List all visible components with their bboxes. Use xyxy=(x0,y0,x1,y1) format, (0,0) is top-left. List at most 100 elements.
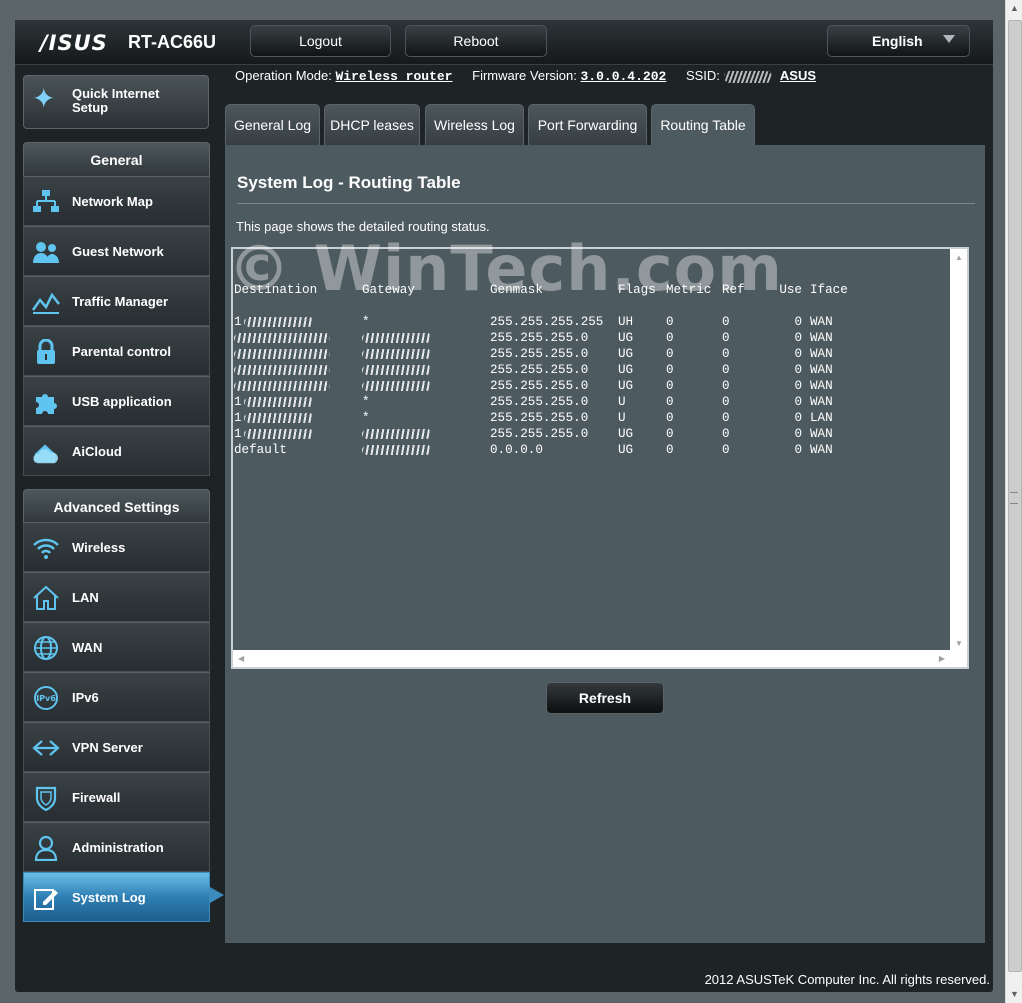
scroll-up-icon[interactable]: ▲ xyxy=(955,253,963,262)
textarea-vertical-scrollbar[interactable]: ▲ ▼ xyxy=(950,249,967,652)
cell-destination: 1 xyxy=(234,411,242,425)
redaction-scribble xyxy=(234,333,330,343)
ssid-redacted xyxy=(723,70,772,83)
scroll-left-icon[interactable]: ◀ xyxy=(238,654,244,663)
sidebar-item-aicloud[interactable]: AiCloud xyxy=(23,426,210,476)
copyright-footer: 2012 ASUSTeK Computer Inc. All rights re… xyxy=(704,972,990,987)
status-bar: Operation Mode: Wireless router Firmware… xyxy=(235,68,816,84)
scroll-down-icon[interactable]: ▼ xyxy=(955,639,963,648)
cell-genmask: 255.255.255.0 xyxy=(490,331,589,345)
tab-general-log[interactable]: General Log xyxy=(225,104,320,145)
header-iface: Iface xyxy=(810,283,848,297)
shield-icon xyxy=(32,784,60,812)
cell-metric: 0 xyxy=(666,443,674,457)
sidebar-item-wan[interactable]: WAN xyxy=(23,622,210,672)
cell-iface: WAN xyxy=(810,331,833,345)
sidebar-item-network-map[interactable]: Network Map xyxy=(23,176,210,226)
page-scrollbar[interactable]: ▲ ▼ xyxy=(1005,0,1022,1003)
cell-destination: default xyxy=(234,443,287,457)
sidebar-item-parental-control[interactable]: Parental control xyxy=(23,326,210,376)
tab-port-forwarding[interactable]: Port Forwarding xyxy=(528,104,647,145)
title-divider xyxy=(237,203,975,204)
table-row: 255.255.255.0 UG 0 0 0 WAN xyxy=(234,330,833,346)
redaction-scribble xyxy=(234,381,330,391)
sidebar-item-wireless[interactable]: Wireless xyxy=(23,522,210,572)
sidebar-label: VPN Server xyxy=(72,740,143,755)
sidebar-item-lan[interactable]: LAN xyxy=(23,572,210,622)
wifi-icon xyxy=(32,534,60,562)
tab-wireless-log[interactable]: Wireless Log xyxy=(425,104,524,145)
cell-genmask: 255.255.255.0 xyxy=(490,379,589,393)
sidebar-label: Traffic Manager xyxy=(72,294,169,309)
cell-flags: UG xyxy=(618,331,634,345)
cell-flags: U xyxy=(618,395,626,409)
refresh-button[interactable]: Refresh xyxy=(546,682,664,714)
firmware-label: Firmware Version: xyxy=(472,68,577,83)
table-row: 1 * 255.255.255.0 U 0 0 0 LAN xyxy=(234,410,833,426)
ssid-link[interactable]: ASUS xyxy=(780,68,816,83)
cell-use: 0 xyxy=(794,443,802,457)
tab-dhcp-leases[interactable]: DHCP leases xyxy=(324,104,420,145)
firmware-link[interactable]: 3.0.0.4.202 xyxy=(581,69,667,84)
scroll-down-icon[interactable]: ▼ xyxy=(1006,986,1022,1003)
cell-use: 0 xyxy=(794,315,802,329)
table-row: 255.255.255.0 UG 0 0 0 WAN xyxy=(234,378,833,394)
tab-routing-table[interactable]: Routing Table xyxy=(651,104,755,145)
cell-ref: 0 xyxy=(722,427,730,441)
home-icon xyxy=(32,584,60,612)
redaction-scribble xyxy=(234,365,330,375)
sidebar-item-traffic-manager[interactable]: Traffic Manager xyxy=(23,276,210,326)
quick-internet-setup-button[interactable]: ✦ Quick Internet Setup xyxy=(23,75,209,129)
sidebar-item-system-log[interactable]: System Log xyxy=(23,872,210,922)
op-mode-label: Operation Mode: xyxy=(235,68,332,83)
sidebar-item-administration[interactable]: Administration xyxy=(23,822,210,872)
qis-label: Quick Internet Setup xyxy=(72,86,160,115)
sidebar-label: LAN xyxy=(72,590,99,605)
cloud-icon xyxy=(32,438,60,466)
scroll-up-icon[interactable]: ▲ xyxy=(1006,0,1022,17)
scrollbar-grip xyxy=(1010,492,1018,504)
logout-button[interactable]: Logout xyxy=(250,25,391,57)
advanced-section-title: Advanced Settings xyxy=(23,489,210,523)
op-mode-link[interactable]: Wireless router xyxy=(335,69,452,84)
page-title: System Log - Routing Table xyxy=(237,173,461,192)
cell-metric: 0 xyxy=(666,347,674,361)
sidebar-item-usb-application[interactable]: USB application xyxy=(23,376,210,426)
scroll-right-icon[interactable]: ▶ xyxy=(939,654,945,663)
language-select[interactable]: English xyxy=(827,25,970,57)
sidebar-label: Parental control xyxy=(72,344,171,359)
sidebar-item-ipv6[interactable]: IPv6 IPv6 xyxy=(23,672,210,722)
cell-destination: 1 xyxy=(234,395,242,409)
ipv6-icon: IPv6 xyxy=(32,684,60,712)
general-section-title: General xyxy=(23,142,210,176)
language-value: English xyxy=(872,33,923,49)
lock-icon xyxy=(32,338,60,366)
model-name: RT-AC66U xyxy=(128,32,217,52)
sidebar-item-firewall[interactable]: Firewall xyxy=(23,772,210,822)
cell-ref: 0 xyxy=(722,395,730,409)
sidebar-item-vpn-server[interactable]: VPN Server xyxy=(23,722,210,772)
traffic-manager-icon xyxy=(32,288,60,316)
cell-genmask: 255.255.255.0 xyxy=(490,363,589,377)
cell-iface: LAN xyxy=(810,411,833,425)
table-row: 255.255.255.0 UG 0 0 0 WAN xyxy=(234,362,833,378)
cell-ref: 0 xyxy=(722,411,730,425)
reboot-button[interactable]: Reboot xyxy=(405,25,547,57)
guest-network-icon xyxy=(32,238,60,266)
sidebar-label: Guest Network xyxy=(72,244,164,259)
svg-text:IPv6: IPv6 xyxy=(36,694,56,703)
cell-flags: U xyxy=(618,411,626,425)
cell-genmask: 255.255.255.0 xyxy=(490,427,589,441)
cell-use: 0 xyxy=(794,331,802,345)
watermark: © WinTech.com xyxy=(228,232,783,305)
network-map-icon xyxy=(32,188,60,216)
ssid-label: SSID: xyxy=(685,68,720,83)
globe-icon xyxy=(32,634,60,662)
routing-table-textarea[interactable]: ▲ ▼ ◀ ▶ xyxy=(231,247,969,669)
sidebar-item-guest-network[interactable]: Guest Network xyxy=(23,226,210,276)
cell-iface: WAN xyxy=(810,363,833,377)
textarea-horizontal-scrollbar[interactable]: ◀ ▶ xyxy=(233,650,950,667)
cell-metric: 0 xyxy=(666,395,674,409)
table-row: 1 255.255.255.0 UG 0 0 0 WAN xyxy=(234,426,833,442)
redaction-scribble xyxy=(362,445,432,455)
